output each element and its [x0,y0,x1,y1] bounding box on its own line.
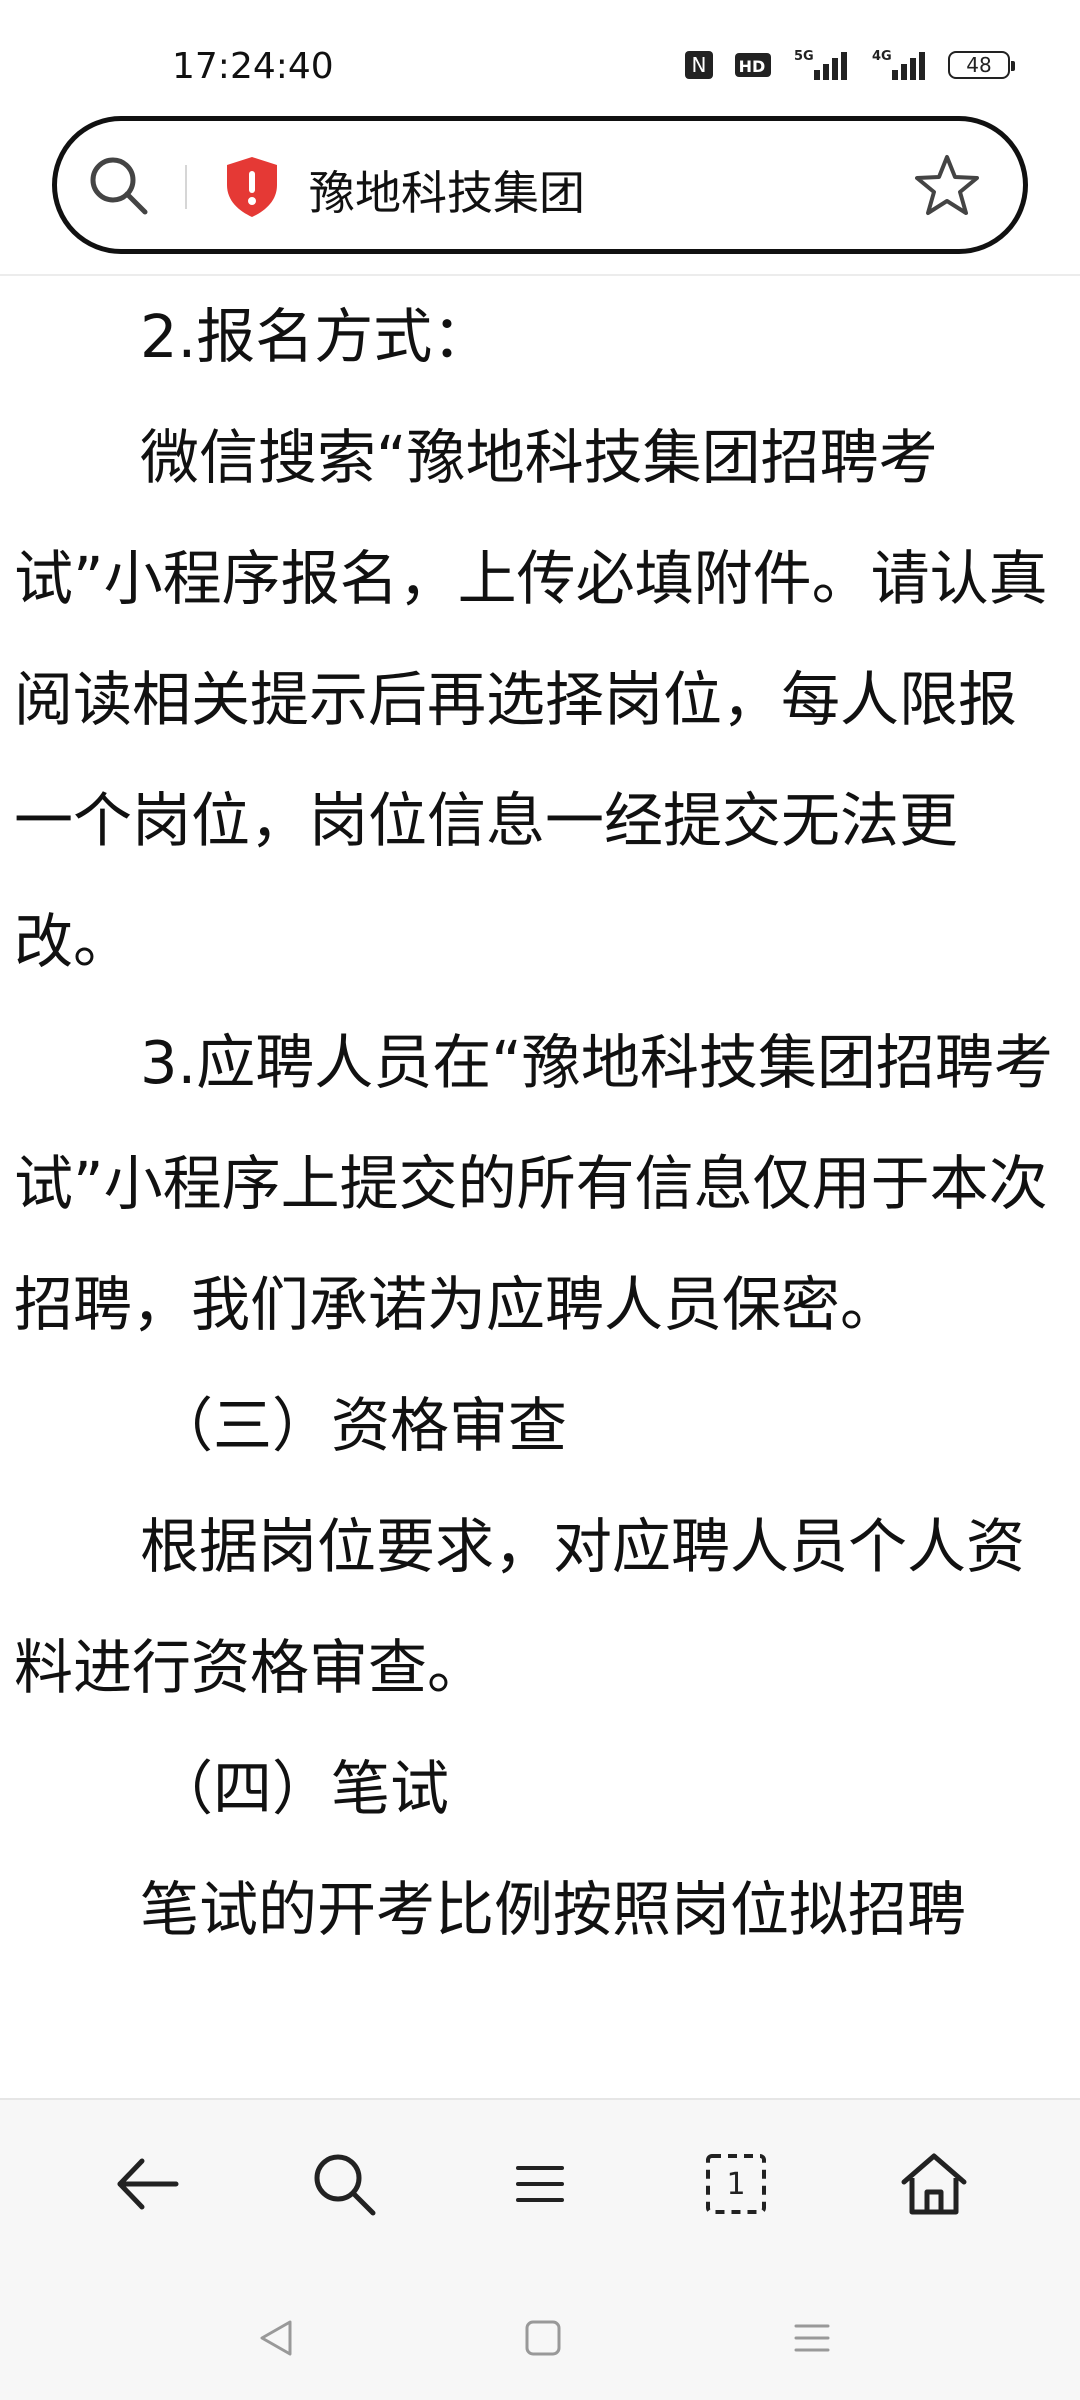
tabs-icon[interactable]: 1 [696,2144,776,2224]
heading-written-exam: （四）笔试 [154,1754,450,1823]
article-content: 2.报名方式： 微信搜索“豫地科技集团招聘考试”小程序报名，上传必填附件。请认真… [14,276,1070,2096]
nav-recents-icon[interactable] [784,2310,840,2366]
back-arrow-icon[interactable] [107,2144,187,2224]
tab-count: 1 [726,2166,746,2202]
paragraph-privacy: 3.应聘人员在“豫地科技集团招聘考试”小程序上提交的所有信息仅用于本次招聘，我们… [14,1028,1053,1339]
address-bar[interactable]: 豫地科技集团 [52,116,1028,254]
heading-qualification-review: （三）资格审查 [154,1391,568,1460]
page-title[interactable]: 豫地科技集团 [309,157,585,223]
svg-text:5G: 5G [794,49,814,64]
nav-home-square-icon[interactable] [515,2310,571,2366]
address-divider [185,165,187,209]
paragraph-qualification-review: 根据岗位要求，对应聘人员个人资料进行资格审查。 [14,1512,1026,1702]
browser-toolbar: 1 [0,2100,1080,2270]
svg-text:HD: HD [739,57,766,76]
status-bar: 17:24:40 N HD 5G 4G 48 [0,0,1080,110]
signal-4g-icon: 4G [870,48,928,82]
svg-text:N: N [692,53,707,77]
home-icon[interactable] [894,2144,974,2224]
nfc-icon: N [684,50,714,80]
star-icon[interactable] [915,153,979,221]
menu-icon[interactable] [500,2144,580,2224]
system-nav-bar [0,2270,1080,2400]
search-icon[interactable] [87,154,149,220]
battery-level: 48 [966,53,992,77]
nav-back-triangle-icon[interactable] [248,2310,304,2366]
svg-text:4G: 4G [872,49,892,64]
paragraph-application-method: 微信搜索“豫地科技集团招聘考试”小程序报名，上传必填附件。请认真阅读相关提示后再… [14,423,1048,976]
signal-5g-icon: 5G [792,48,850,82]
paragraph-written-exam: 笔试的开考比例按照岗位拟招聘 [140,1875,967,1944]
search-icon[interactable] [304,2144,384,2224]
security-warning-shield-icon[interactable] [223,155,281,223]
battery-icon: 48 [948,51,1015,79]
hd-icon: HD [734,50,772,80]
status-time: 17:24:40 [172,46,334,87]
paragraph-application-method-title: 2.报名方式： [140,302,492,371]
status-icons: N HD 5G 4G 48 [684,48,1015,82]
